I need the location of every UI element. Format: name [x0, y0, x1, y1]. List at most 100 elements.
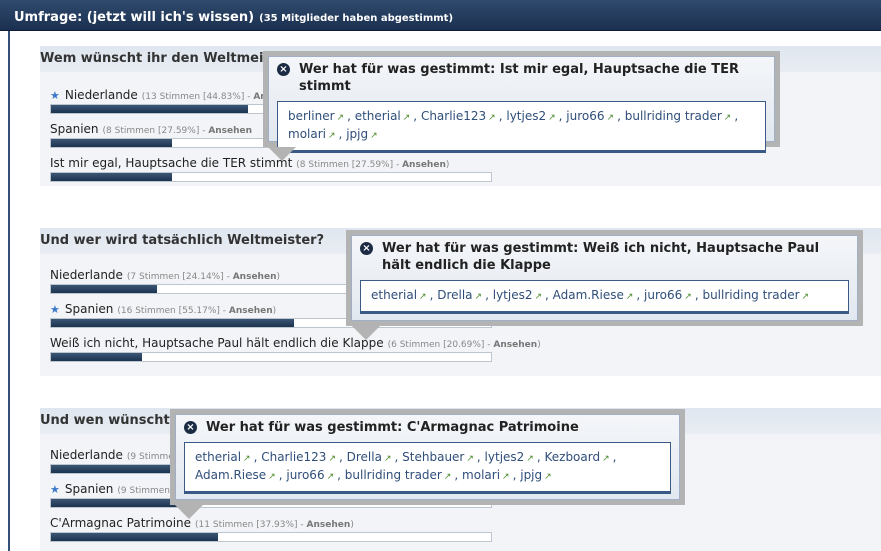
voter-link[interactable]: Stehbauer [402, 450, 464, 464]
option-label: Weiß ich nicht, Hauptsache Paul hält end… [50, 336, 384, 350]
vote-meta: (8 Stimmen [27.59%] - Ansehen) [296, 160, 450, 170]
voter-link[interactable]: Adam.Riese [195, 468, 266, 482]
popup-pointer [175, 505, 203, 519]
external-link-icon: ↗ [602, 454, 610, 464]
vote-meta: (8 Stimmen [27.59%] - Ansehen [102, 126, 253, 136]
star-icon: ★ [50, 303, 60, 316]
vote-bar-fill [51, 285, 158, 293]
voter-link[interactable]: molari [462, 468, 500, 482]
option-label: Niederlande [50, 268, 123, 282]
close-icon[interactable]: × [184, 421, 197, 434]
external-link-icon: ↗ [336, 113, 345, 123]
voter-link[interactable]: Charlie123 [421, 109, 486, 123]
external-link-icon: ↗ [625, 292, 634, 302]
voter-link[interactable]: bullriding trader [625, 109, 722, 123]
voters-popup: × Wer hat für was gestimmt: Weiß ich nich… [346, 230, 863, 326]
close-icon[interactable]: × [360, 242, 373, 255]
external-link-icon: ↗ [419, 292, 427, 302]
option-row: Spanien (8 Stimmen [27.59%] - Ansehen [50, 122, 252, 136]
voter-link[interactable]: Adam.Riese [553, 288, 624, 302]
external-link-icon: ↗ [328, 131, 336, 141]
popup-pointer [352, 326, 380, 340]
voter-link[interactable]: Drella [347, 450, 382, 464]
popup-body: × Wer hat für was gestimmt: Weiß ich nich… [351, 235, 858, 321]
external-link-icon: ↗ [370, 131, 378, 141]
option-label: Ist mir egal, Hauptsache die TER stimmt [50, 156, 293, 170]
external-link-icon: ↗ [466, 454, 474, 464]
vote-bar-fill [51, 533, 218, 541]
star-icon: ★ [50, 483, 60, 496]
star-icon: ★ [50, 89, 60, 102]
external-link-icon: ↗ [544, 472, 552, 482]
voter-link[interactable]: jpjg [346, 127, 368, 141]
option-row: ★ Spanien (16 Stimmen [55.17%] - Ansehen) [50, 302, 276, 316]
close-icon[interactable]: × [277, 63, 290, 76]
external-link-icon: ↗ [526, 454, 534, 464]
vote-bar [50, 532, 492, 542]
voter-link[interactable]: Charlie123 [261, 450, 326, 464]
popup-body: × Wer hat für was gestimmt: C'Armagnac Pa… [175, 414, 680, 500]
vote-bar [50, 172, 492, 182]
external-link-icon: ↗ [383, 454, 392, 464]
voter-link[interactable]: Kezboard [544, 450, 600, 464]
option-row: Niederlande (7 Stimmen [24.14%] - Ansehen… [50, 268, 280, 282]
external-link-icon: ↗ [684, 292, 692, 302]
voter-link[interactable]: lytjes2 [493, 288, 533, 302]
option-label: Spanien [64, 482, 114, 496]
external-link-icon: ↗ [801, 292, 810, 302]
vote-bar-fill [51, 465, 188, 473]
view-voters-link[interactable]: Ansehen [402, 160, 446, 170]
option-label: C'Armagnac Patrimoine [50, 516, 192, 530]
popup-pointer [268, 147, 296, 161]
view-voters-link[interactable]: Ansehen [493, 340, 537, 350]
voter-list: berliner ↗, etherial ↗, Charlie123 ↗, lytje… [277, 101, 766, 151]
external-link-icon: ↗ [534, 292, 543, 302]
external-link-icon: ↗ [723, 113, 732, 123]
voter-link[interactable]: bullriding trader [345, 468, 442, 482]
voter-link[interactable]: juro66 [286, 468, 324, 482]
vote-bar-fill [51, 139, 173, 147]
vote-meta: (16 Stimmen [55.17%] - Ansehen) [117, 306, 277, 316]
view-voters-link[interactable]: Ansehen [208, 126, 252, 136]
external-link-icon: ↗ [402, 113, 411, 123]
vote-meta: (11 Stimmen [37.93%] - Ansehen) [195, 520, 354, 530]
voter-link[interactable]: juro66 [566, 109, 604, 123]
option-row: ★Niederlande(13 Stimmen [44.83%] - Anseh… [50, 88, 297, 102]
external-link-icon: ↗ [502, 472, 510, 482]
view-voters-link[interactable]: Ansehen [229, 306, 273, 316]
external-link-icon: ↗ [243, 454, 251, 464]
option-label: Niederlande [64, 88, 138, 102]
option-label: Spanien [50, 122, 99, 136]
option-row: Ist mir egal, Hauptsache die TER stimmt(… [50, 156, 449, 170]
popup-title: × Wer hat für was gestimmt: Weiß ich nich… [360, 240, 849, 274]
vote-bar-fill [51, 105, 249, 113]
voter-link[interactable]: etherial [371, 288, 417, 302]
voters-popup: × Wer hat für was gestimmt: Ist mir egal,… [263, 51, 780, 151]
option-label: Niederlande [50, 448, 123, 462]
option-row: Weiß ich nicht, Hauptsache Paul hält end… [50, 336, 541, 350]
voter-link[interactable]: jpjg [520, 468, 542, 482]
vote-meta: (6 Stimmen [20.69%] - Ansehen) [387, 340, 541, 350]
voter-link[interactable]: bullriding trader [702, 288, 799, 302]
external-link-icon: ↗ [474, 292, 483, 302]
voter-link[interactable]: berliner [288, 109, 335, 123]
vote-bar-fill [51, 173, 173, 181]
poll-title-bar: Umfrage: (jetzt will ich's wissen) (35 M… [0, 0, 881, 31]
voters-popup: × Wer hat für was gestimmt: C'Armagnac Pa… [170, 409, 685, 505]
voter-link[interactable]: molari [288, 127, 326, 141]
voter-link[interactable]: Drella [437, 288, 472, 302]
voter-link[interactable]: juro66 [644, 288, 682, 302]
view-voters-link[interactable]: Ansehen [233, 272, 277, 282]
option-row: ★ Spanien (9 Stimmen [50, 482, 170, 496]
voter-link[interactable]: lytjes2 [506, 109, 546, 123]
vote-meta: (7 Stimmen [24.14%] - Ansehen) [126, 272, 280, 282]
option-row: Niederlande (9 Stimmen [50, 448, 180, 462]
voter-link[interactable]: etherial [195, 450, 241, 464]
external-link-icon: ↗ [326, 472, 335, 482]
voter-link[interactable]: lytjes2 [485, 450, 525, 464]
voter-list: etherial ↗, Drella ↗, lytjes2 ↗, Adam.Riese… [360, 280, 849, 312]
view-voters-link[interactable]: Ansehen [307, 520, 351, 530]
external-link-icon: ↗ [443, 472, 452, 482]
voter-link[interactable]: etherial [355, 109, 401, 123]
vote-bar-fill [51, 353, 143, 361]
